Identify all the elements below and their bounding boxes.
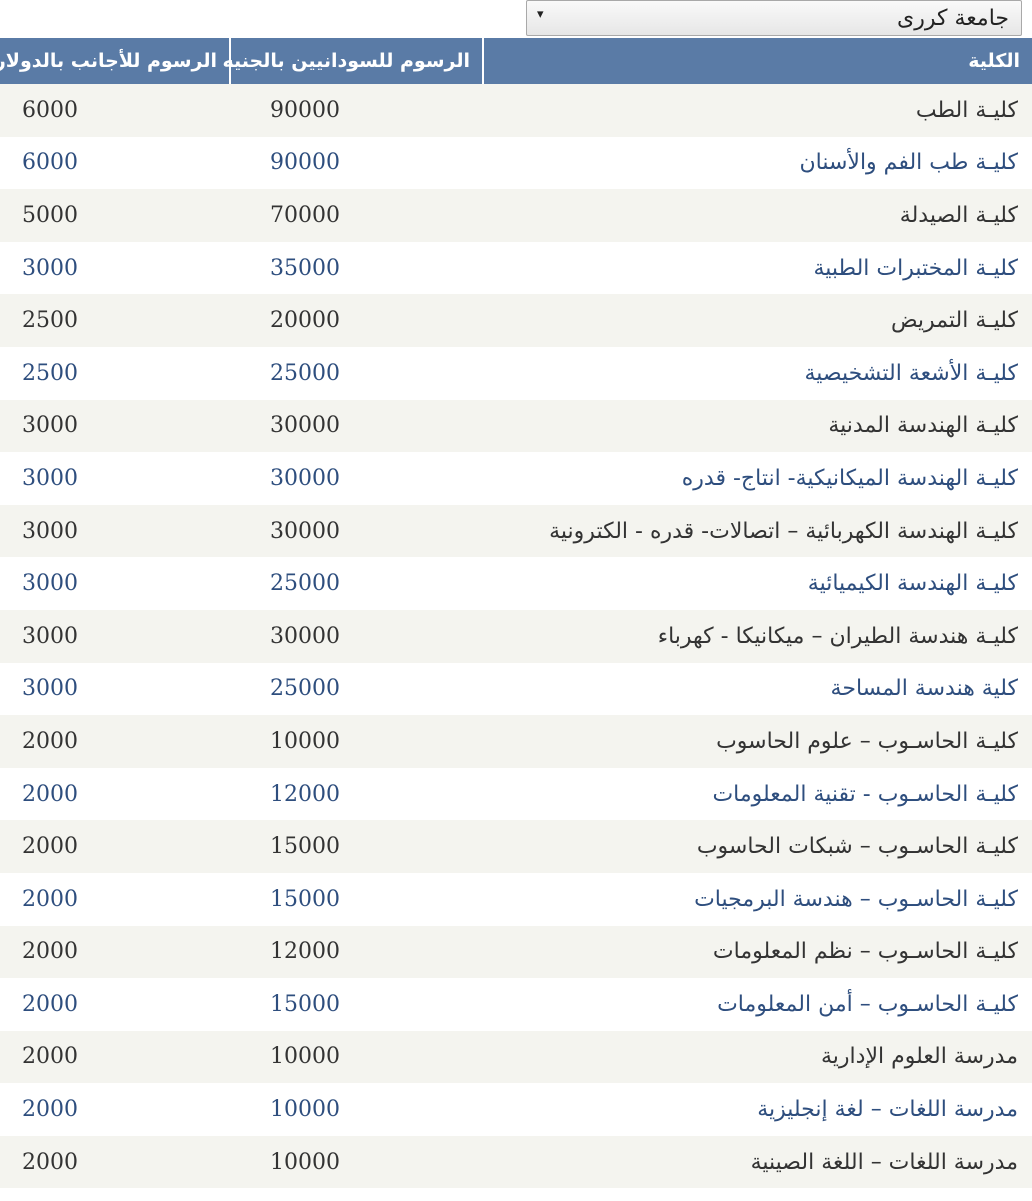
sudanese-fee-cell: 25000 bbox=[270, 360, 340, 386]
table-row: كلية هندسة المساحة 25000 3000 bbox=[0, 662, 1032, 716]
college-name-cell: كليـة الصيدلة bbox=[899, 202, 1018, 228]
foreign-fee-cell: 2000 bbox=[22, 991, 78, 1017]
header-college: الكلية bbox=[482, 38, 1032, 84]
table-row: كليـة الحاسـوب – شبكات الحاسوب 15000 2000 bbox=[0, 820, 1032, 873]
college-name-cell: كليـة الحاسـوب - تقنية المعلومات bbox=[712, 781, 1018, 807]
table-row: كليـة هندسة الطيران – ميكانيكا - كهرباء 3… bbox=[0, 609, 1032, 663]
college-name-cell: مدرسة العلوم الإدارية bbox=[821, 1044, 1018, 1070]
college-name-cell: مدرسة اللغات – لغة إنجليزية bbox=[757, 1097, 1018, 1123]
sudanese-fee-cell: 12000 bbox=[270, 781, 340, 807]
college-name-cell: كليـة التمريض bbox=[890, 308, 1018, 334]
college-name-cell: كليـة الحاسـوب – أمن المعلومات bbox=[717, 991, 1018, 1017]
sudanese-fee-cell: 10000 bbox=[270, 1044, 340, 1070]
sudanese-fee-cell: 35000 bbox=[270, 255, 340, 281]
foreign-fee-cell: 2000 bbox=[22, 886, 78, 912]
table-row: كليـة الحاسـوب – هندسة البرمجيات 15000 200… bbox=[0, 872, 1032, 926]
sudanese-fee-cell: 15000 bbox=[270, 886, 340, 912]
table-row: مدرسة العلوم الإدارية 10000 2000 bbox=[0, 1030, 1032, 1084]
foreign-fee-cell: 2000 bbox=[22, 728, 78, 754]
header-sudanese-fees: الرسوم للسودانيين بالجنيه bbox=[223, 38, 483, 84]
foreign-fee-cell: 5000 bbox=[22, 202, 78, 228]
table-row: كليـة الحاسـوب – أمن المعلومات 15000 2000 bbox=[0, 978, 1032, 1031]
college-name-cell: مدرسة اللغات – اللغة الصينية bbox=[750, 1149, 1018, 1175]
foreign-fee-cell: 2000 bbox=[22, 939, 78, 965]
table-row: كليـة الهندسة الكهربائية – اتصالات- قدره… bbox=[0, 504, 1032, 558]
header-foreign-fees: الرسوم للأجانب بالدولار bbox=[0, 38, 230, 84]
dropdown-arrow-icon: ▾ bbox=[537, 7, 544, 22]
college-name-cell: كلية هندسة المساحة bbox=[830, 676, 1018, 702]
sudanese-fee-cell: 90000 bbox=[270, 150, 340, 176]
sudanese-fee-cell: 25000 bbox=[270, 676, 340, 702]
college-name-cell: كليـة الحاسـوب – علوم الحاسوب bbox=[716, 728, 1018, 754]
sudanese-fee-cell: 10000 bbox=[270, 728, 340, 754]
table-row: كليـة الهندسة الكيميائية 25000 3000 bbox=[0, 557, 1032, 610]
sudanese-fee-cell: 10000 bbox=[270, 1097, 340, 1123]
sudanese-fee-cell: 30000 bbox=[270, 623, 340, 649]
college-name-cell: كليـة الأشعة التشخيصية bbox=[804, 360, 1018, 386]
foreign-fee-cell: 3000 bbox=[22, 255, 78, 281]
table-row: كليـة المختبرات الطبية 35000 3000 bbox=[0, 241, 1032, 295]
table-row: كليـة الحاسـوب – نظم المعلومات 12000 2000 bbox=[0, 925, 1032, 979]
sudanese-fee-cell: 30000 bbox=[270, 413, 340, 439]
table-row: كليـة الصيدلة 70000 5000 bbox=[0, 189, 1032, 242]
table-row: كليـة الهندسة المدنية 30000 3000 bbox=[0, 399, 1032, 453]
college-name-cell: كليـة الحاسـوب – شبكات الحاسوب bbox=[696, 834, 1018, 860]
table-row: كليـة الأشعة التشخيصية 25000 2500 bbox=[0, 346, 1032, 400]
table-row: كليـة الهندسة الميكانيكية- انتاج- قدره 30… bbox=[0, 452, 1032, 505]
college-name-cell: كليـة الهندسة الكهربائية – اتصالات- قدره… bbox=[549, 518, 1018, 544]
foreign-fee-cell: 6000 bbox=[22, 150, 78, 176]
college-name-cell: كليـة الهندسة الميكانيكية- انتاج- قدره bbox=[681, 465, 1018, 491]
foreign-fee-cell: 3000 bbox=[22, 623, 78, 649]
sudanese-fee-cell: 15000 bbox=[270, 991, 340, 1017]
sudanese-fee-cell: 20000 bbox=[270, 308, 340, 334]
table-row: كليـة الحاسـوب - تقنية المعلومات 12000 200… bbox=[0, 767, 1032, 821]
college-name-cell: كليـة هندسة الطيران – ميكانيكا - كهرباء bbox=[657, 623, 1018, 649]
sudanese-fee-cell: 10000 bbox=[270, 1149, 340, 1175]
college-name-cell: كليـة المختبرات الطبية bbox=[813, 255, 1018, 281]
table-row: كليـة طب الفم والأسنان 90000 6000 bbox=[0, 136, 1032, 190]
foreign-fee-cell: 3000 bbox=[22, 465, 78, 491]
foreign-fee-cell: 6000 bbox=[22, 97, 78, 123]
table-row: كليـة الحاسـوب – علوم الحاسوب 10000 2000 bbox=[0, 715, 1032, 768]
sudanese-fee-cell: 30000 bbox=[270, 518, 340, 544]
sudanese-fee-cell: 90000 bbox=[270, 97, 340, 123]
sudanese-fee-cell: 70000 bbox=[270, 202, 340, 228]
sudanese-fee-cell: 15000 bbox=[270, 834, 340, 860]
sudanese-fee-cell: 25000 bbox=[270, 571, 340, 597]
foreign-fee-cell: 3000 bbox=[22, 413, 78, 439]
foreign-fee-cell: 2000 bbox=[22, 834, 78, 860]
college-name-cell: كليـة طب الفم والأسنان bbox=[799, 150, 1018, 176]
college-name-cell: كليـة الهندسة المدنية bbox=[828, 413, 1018, 439]
foreign-fee-cell: 2000 bbox=[22, 1149, 78, 1175]
sudanese-fee-cell: 30000 bbox=[270, 465, 340, 491]
foreign-fee-cell: 2500 bbox=[22, 308, 78, 334]
college-name-cell: كليـة الطب bbox=[915, 97, 1018, 123]
table-row: مدرسة اللغات – اللغة الصينية 10000 2000 bbox=[0, 1135, 1032, 1189]
foreign-fee-cell: 2000 bbox=[22, 781, 78, 807]
college-name-cell: كليـة الهندسة الكيميائية bbox=[807, 571, 1018, 597]
table-row: كليـة الطب 90000 6000 bbox=[0, 84, 1032, 137]
fees-table-header-row: الكلية الرسوم للسودانيين بالجنيه الرسوم … bbox=[0, 38, 1032, 84]
table-row: كليـة التمريض 20000 2500 bbox=[0, 294, 1032, 347]
foreign-fee-cell: 2000 bbox=[22, 1044, 78, 1070]
foreign-fee-cell: 2500 bbox=[22, 360, 78, 386]
foreign-fee-cell: 2000 bbox=[22, 1097, 78, 1123]
foreign-fee-cell: 3000 bbox=[22, 676, 78, 702]
foreign-fee-cell: 3000 bbox=[22, 518, 78, 544]
college-name-cell: كليـة الحاسـوب – هندسة البرمجيات bbox=[694, 886, 1018, 912]
university-select-value: جامعة كررى bbox=[897, 6, 1009, 31]
fees-table: الكلية الرسوم للسودانيين بالجنيه الرسوم … bbox=[0, 38, 1032, 1189]
table-row: مدرسة اللغات – لغة إنجليزية 10000 2000 bbox=[0, 1083, 1032, 1136]
university-select[interactable]: ▾ جامعة كررى bbox=[526, 0, 1022, 36]
college-name-cell: كليـة الحاسـوب – نظم المعلومات bbox=[712, 939, 1018, 965]
foreign-fee-cell: 3000 bbox=[22, 571, 78, 597]
sudanese-fee-cell: 12000 bbox=[270, 939, 340, 965]
fees-table-body: كليـة الطب 90000 6000 كليـة طب الفم والأسنا… bbox=[0, 84, 1032, 1189]
